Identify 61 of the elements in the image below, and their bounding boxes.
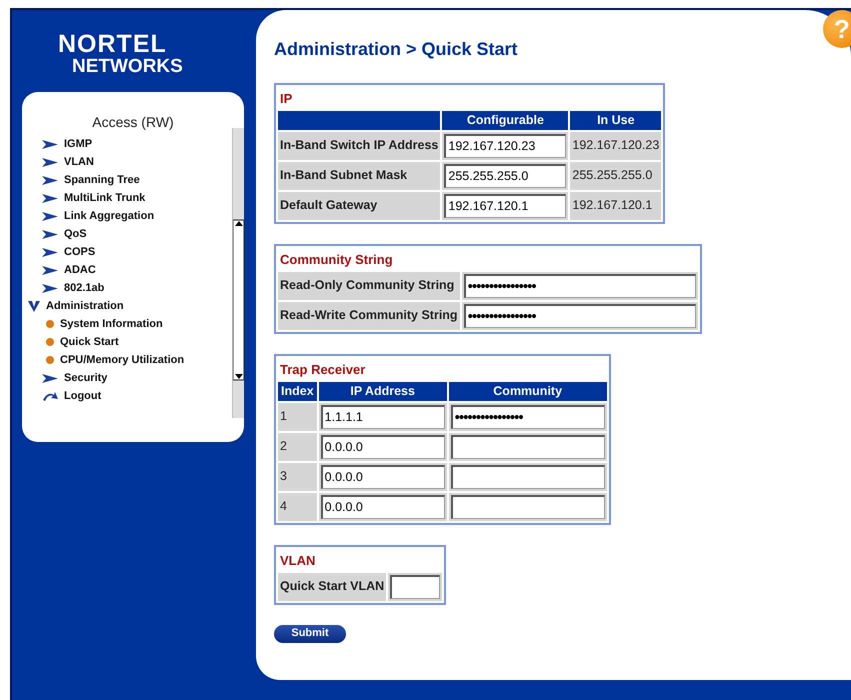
input-field[interactable]: 255.255.255.0 bbox=[444, 164, 566, 188]
nav-title: Access (RW) bbox=[91, 113, 175, 132]
table-cell: 192.167.120.23 bbox=[570, 132, 662, 160]
row-index: 4 bbox=[278, 492, 317, 520]
menu-item[interactable]: COPS bbox=[22, 243, 96, 261]
input-field[interactable] bbox=[450, 494, 605, 518]
column-header: Community bbox=[448, 382, 607, 400]
menu-item[interactable]: IGMP bbox=[22, 135, 92, 153]
input-field[interactable]: •••••••••••••••• bbox=[450, 404, 605, 428]
input-field[interactable]: •••••••••••••••• bbox=[464, 304, 696, 328]
menu-item[interactable]: Logout bbox=[22, 387, 102, 405]
row-label: Default Gateway bbox=[278, 192, 440, 220]
menu-item[interactable]: CPU/Memory Utilization bbox=[22, 351, 184, 369]
column-header: Configurable bbox=[442, 111, 568, 130]
menu-item[interactable]: QoS bbox=[22, 225, 87, 243]
column-header: IP Address bbox=[318, 382, 447, 400]
menu-item[interactable]: System Information bbox=[22, 315, 163, 333]
bullet-icon bbox=[46, 320, 54, 328]
menu-item[interactable]: ADAC bbox=[22, 261, 96, 279]
column-header: Index bbox=[278, 382, 317, 400]
row-label: In-Band Subnet Mask bbox=[278, 162, 440, 190]
menu-item[interactable]: Spanning Tree bbox=[22, 171, 140, 189]
bullet-icon bbox=[46, 356, 54, 364]
menu-item[interactable]: Link Aggregation bbox=[22, 207, 154, 225]
row-label: Read-Only Community String bbox=[278, 272, 460, 300]
input-field[interactable]: 0.0.0.0 bbox=[320, 464, 445, 488]
input-field[interactable]: 1.1.1.1 bbox=[320, 404, 445, 428]
curved-arrow-icon bbox=[42, 391, 58, 401]
section-title: VLAN bbox=[279, 552, 316, 570]
input-field[interactable]: 192.167.120.23 bbox=[444, 134, 566, 158]
page-title: Administration > Quick Start bbox=[274, 38, 518, 61]
table-cell: 192.167.120.1 bbox=[570, 192, 662, 220]
input-field[interactable]: 192.167.120.1 bbox=[444, 194, 566, 218]
menu-item[interactable]: Security bbox=[22, 369, 108, 387]
submit-button[interactable]: Submit bbox=[274, 624, 346, 642]
menu-item[interactable]: Quick Start bbox=[22, 333, 119, 351]
section-title: Trap Receiver bbox=[279, 360, 366, 379]
row-index: 1 bbox=[278, 402, 317, 430]
row-label: Read-Write Community String bbox=[278, 302, 460, 330]
row-index: 2 bbox=[278, 432, 317, 460]
column-header: In Use bbox=[570, 111, 662, 130]
scrollbar[interactable] bbox=[232, 128, 244, 418]
input-field[interactable]: 0.0.0.0 bbox=[320, 434, 445, 458]
row-label: In-Band Switch IP Address bbox=[278, 132, 440, 160]
bullet-icon bbox=[46, 338, 54, 346]
row-label: Quick Start VLAN bbox=[278, 572, 386, 600]
logo-text: NORTEL bbox=[58, 32, 167, 57]
row-index: 3 bbox=[278, 462, 317, 490]
input-field[interactable] bbox=[450, 434, 605, 458]
menu-item[interactable]: VLAN bbox=[22, 153, 94, 171]
input-field[interactable]: •••••••••••••••• bbox=[464, 274, 696, 298]
input-field[interactable]: 0.0.0.0 bbox=[320, 494, 445, 518]
table-cell: 255.255.255.0 bbox=[570, 162, 662, 190]
input-field[interactable] bbox=[450, 464, 605, 488]
menu-item[interactable]: MultiLink Trunk bbox=[22, 189, 146, 207]
section-title: IP bbox=[279, 90, 294, 108]
menu-item[interactable]: Administration bbox=[22, 297, 124, 315]
menu-item[interactable]: 802.1ab bbox=[22, 279, 104, 297]
input-field[interactable] bbox=[390, 574, 440, 598]
section-title: Community String bbox=[279, 250, 394, 269]
logo-text: NETWORKS bbox=[72, 57, 183, 76]
